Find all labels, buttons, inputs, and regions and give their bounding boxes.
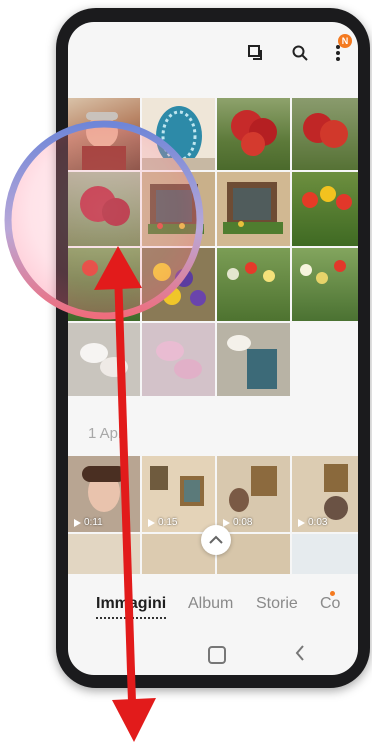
photo-thumbnail-partial[interactable] [292, 534, 358, 574]
select-icon[interactable] [245, 42, 267, 64]
photo-thumbnail-pink-orchid[interactable] [142, 323, 215, 396]
new-indicator-dot [330, 591, 335, 596]
back-button[interactable] [294, 644, 306, 667]
video-duration: 0:15 [148, 517, 177, 528]
video-duration: 0:03 [298, 517, 327, 528]
gallery-toolbar: N [68, 22, 358, 97]
photo-thumbnail-flowering-bush[interactable] [68, 172, 140, 246]
photo-thumbnail-red-tree[interactable] [217, 98, 290, 170]
photo-thumbnail-portrait[interactable] [68, 98, 140, 170]
tab-more[interactable]: Co [320, 595, 340, 613]
notification-badge: N [338, 34, 352, 48]
chevron-left-icon [295, 645, 304, 661]
photo-thumbnail-orchid-painting[interactable] [217, 323, 290, 396]
video-duration: 0:11 [74, 517, 103, 528]
play-icon [223, 518, 230, 527]
video-thumbnail[interactable]: 0:15 [142, 456, 215, 532]
play-icon [74, 518, 81, 527]
scroll-to-top-button[interactable] [201, 525, 231, 555]
search-icon[interactable] [289, 42, 311, 64]
photo-thumbnail-partial[interactable] [68, 534, 140, 574]
photo-thumbnail-tulip-bed-2[interactable] [292, 248, 358, 321]
play-icon [298, 518, 305, 527]
bottom-tab-bar: Immagini Album Storie Co [68, 580, 358, 630]
photo-thumbnail-decorated-egg[interactable] [142, 98, 215, 170]
play-icon [148, 518, 155, 527]
video-thumbnail[interactable]: 0:08 [217, 456, 290, 532]
photo-thumbnail-window-planter[interactable] [142, 172, 215, 246]
video-duration: 0:08 [223, 517, 252, 528]
chevron-up-icon [209, 535, 223, 544]
tab-storie[interactable]: Storie [256, 595, 298, 613]
date-header: 1 Apr [88, 425, 124, 442]
photo-thumbnail-window-planter-2[interactable] [217, 172, 290, 246]
photo-thumbnail-red-tulips[interactable] [68, 248, 140, 321]
photo-thumbnail-red-tree-2[interactable] [292, 98, 358, 170]
video-thumbnail[interactable]: 0:11 [68, 456, 140, 532]
home-button[interactable] [208, 646, 226, 664]
photo-thumbnail-tulip-bed[interactable] [217, 248, 290, 321]
phone-screen: N 1 Apr 0:11 0:15 0:08 0:03 Immagini Alb… [68, 22, 358, 675]
tab-album[interactable]: Album [188, 595, 233, 613]
photo-thumbnail-pansies[interactable] [142, 248, 215, 321]
tab-immagini[interactable]: Immagini [96, 595, 167, 619]
video-thumbnail[interactable]: 0:03 [292, 456, 358, 532]
photo-thumbnail-tulips[interactable] [292, 172, 358, 246]
system-navigation-bar [68, 630, 358, 675]
photo-thumbnail-orchid[interactable] [68, 323, 140, 396]
